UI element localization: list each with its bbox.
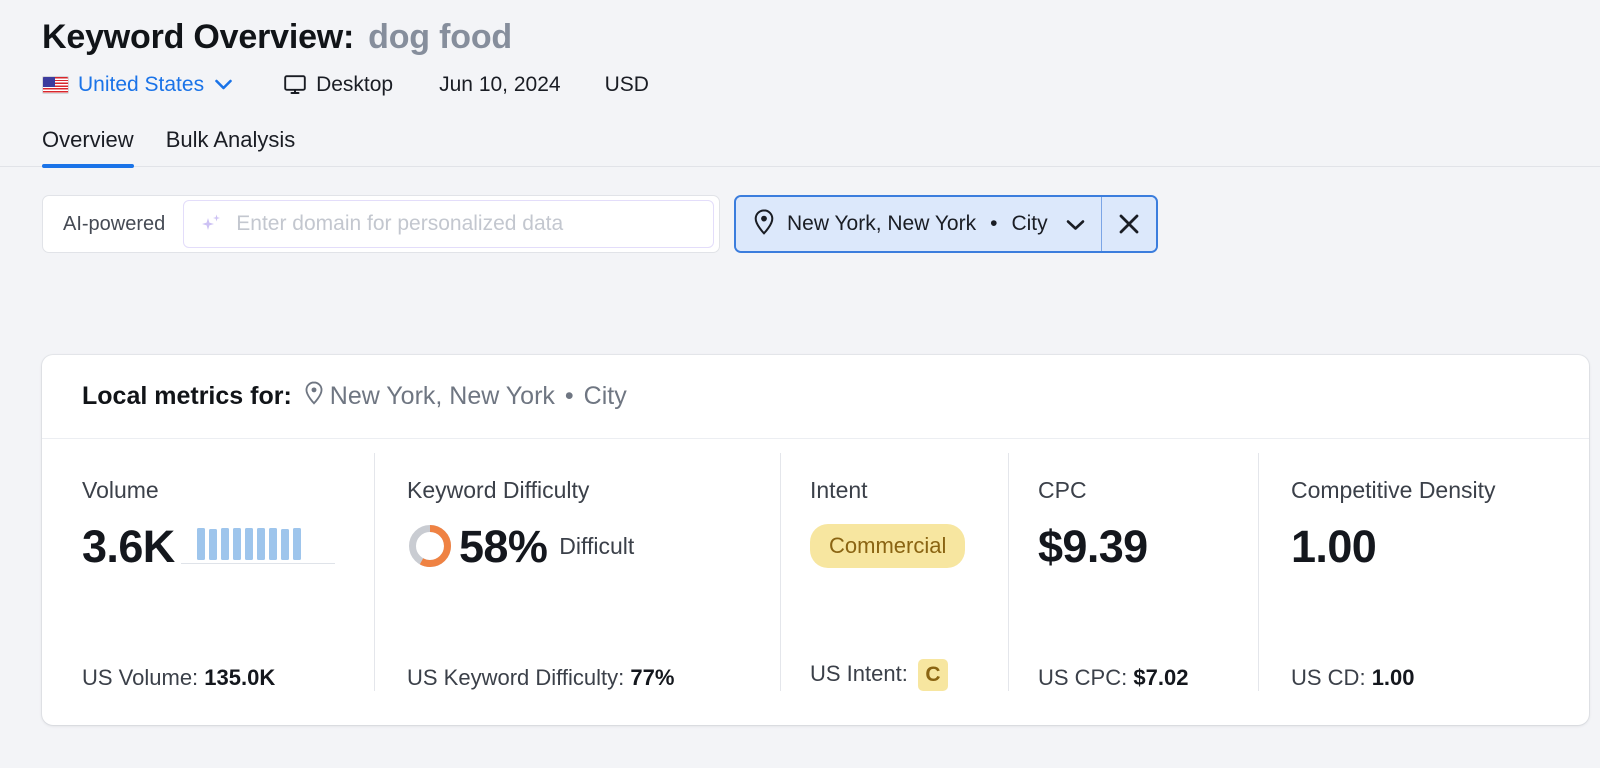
local-metrics-location: New York, New York <box>329 382 555 410</box>
controls-row: AI-powered New York <box>0 167 1600 253</box>
keyword-overview-page: Keyword Overview: dog food United States <box>0 0 1600 768</box>
metric-cpc: CPC $9.39 US CPC: $7.02 <box>1008 439 1258 725</box>
local-metrics-type: City <box>583 382 627 410</box>
metric-intent: Intent Commercial US Intent: C <box>780 439 1008 725</box>
clear-location-button[interactable] <box>1101 197 1156 251</box>
device-selector[interactable]: Desktop <box>284 73 393 97</box>
page-title-prefix: Keyword Overview: <box>42 18 355 56</box>
local-metrics-card: Local metrics for: New York, New York • … <box>42 355 1589 725</box>
local-metrics-label: Local metrics for: <box>82 382 292 410</box>
metric-kd-value: 58% <box>459 520 548 572</box>
metrics-row: Volume 3.6K US Volume: 135.0K Keyword Di… <box>42 439 1589 725</box>
metric-kd-sub-value: 77% <box>630 665 675 690</box>
location-pin-icon <box>753 208 775 240</box>
local-metrics-separator: • <box>564 382 574 410</box>
sparkline-bar <box>244 528 253 560</box>
country-selector[interactable]: United States <box>42 73 232 97</box>
metric-cpc-value: $9.39 <box>1038 520 1148 572</box>
sparkline-bar <box>232 528 241 560</box>
location-type: City <box>1011 212 1048 235</box>
tab-bulk-analysis[interactable]: Bulk Analysis <box>166 127 296 166</box>
sparkline-bar <box>292 528 301 560</box>
device-label: Desktop <box>316 73 394 96</box>
chevron-down-icon[interactable] <box>1066 218 1085 230</box>
metric-kd-sub: US Keyword Difficulty: 77% <box>407 665 674 691</box>
metric-kd-qualifier: Difficult <box>559 532 635 559</box>
sparkline-bar <box>196 528 205 560</box>
page-title: Keyword Overview: dog food <box>42 18 1600 57</box>
domain-input-wrapper[interactable] <box>183 200 714 248</box>
metric-volume: Volume 3.6K US Volume: 135.0K <box>42 439 374 725</box>
chevron-down-icon[interactable] <box>215 77 232 94</box>
location-filter: New York, New York • City <box>734 195 1158 253</box>
metric-volume-value: 3.6K <box>82 520 175 572</box>
sparkline-bar <box>220 528 229 560</box>
sparkline-bar <box>256 528 265 560</box>
metric-intent-sub-label: US Intent: <box>810 660 908 686</box>
metric-cd-value: 1.00 <box>1291 520 1377 572</box>
metric-volume-sub: US Volume: 135.0K <box>82 665 275 691</box>
volume-sparkline-chart <box>180 528 335 564</box>
kd-donut-chart <box>407 523 453 569</box>
metric-intent-sub-value: C <box>917 659 948 691</box>
currency-label: USD <box>604 73 649 96</box>
tab-overview[interactable]: Overview <box>42 127 134 168</box>
metric-cd-sub: US CD: 1.00 <box>1291 665 1415 691</box>
sparkline-bar <box>280 529 289 560</box>
report-date: Jun 10, 2024 <box>439 73 561 96</box>
country-label[interactable]: United States <box>78 73 204 97</box>
monitor-icon <box>284 75 306 95</box>
domain-input[interactable] <box>236 212 699 236</box>
metric-cpc-label: CPC <box>1038 477 1087 503</box>
location-separator: • <box>990 212 998 235</box>
metric-cd-sub-value: 1.00 <box>1371 665 1415 690</box>
metric-kd-label: Keyword Difficulty <box>407 477 590 503</box>
metric-cpc-sub-label: US CPC: <box>1038 665 1128 690</box>
ai-powered-label: AI-powered <box>63 212 166 235</box>
us-flag-icon <box>42 76 69 94</box>
ai-domain-group: AI-powered <box>42 195 720 253</box>
metric-volume-sub-label: US Volume: <box>82 665 199 690</box>
sparkle-icon <box>198 211 224 237</box>
header-meta-row: United States Desktop Jun 10, 2024 USD <box>42 73 1600 97</box>
metric-kd-sub-label: US Keyword Difficulty: <box>407 665 625 690</box>
sparkline-bar <box>268 528 277 560</box>
intent-badge: Commercial <box>810 524 966 568</box>
metric-volume-label: Volume <box>82 477 159 503</box>
metric-volume-sub-value: 135.0K <box>204 665 276 690</box>
metric-cd-label: Competitive Density <box>1291 477 1496 503</box>
metric-competitive-density: Competitive Density 1.00 US CD: 1.00 <box>1258 439 1589 725</box>
metric-intent-label: Intent <box>810 477 868 503</box>
metric-cpc-sub-value: $7.02 <box>1133 665 1189 690</box>
location-pin-icon <box>304 381 324 412</box>
sparkline-bar <box>208 529 217 560</box>
page-header: Keyword Overview: dog food United States <box>0 0 1600 97</box>
location-name: New York, New York <box>787 212 977 235</box>
metric-keyword-difficulty: Keyword Difficulty 58% Difficult US Keyw… <box>374 439 780 725</box>
local-metrics-header: Local metrics for: New York, New York • … <box>42 355 1589 439</box>
page-title-keyword: dog food <box>368 18 512 56</box>
metric-intent-sub: US Intent: C <box>810 659 948 691</box>
tab-bar: Overview Bulk Analysis <box>0 127 1600 168</box>
metric-cd-sub-label: US CD: <box>1291 665 1366 690</box>
location-dropdown[interactable]: New York, New York • City <box>736 197 1102 251</box>
metric-cpc-sub: US CPC: $7.02 <box>1038 665 1188 691</box>
